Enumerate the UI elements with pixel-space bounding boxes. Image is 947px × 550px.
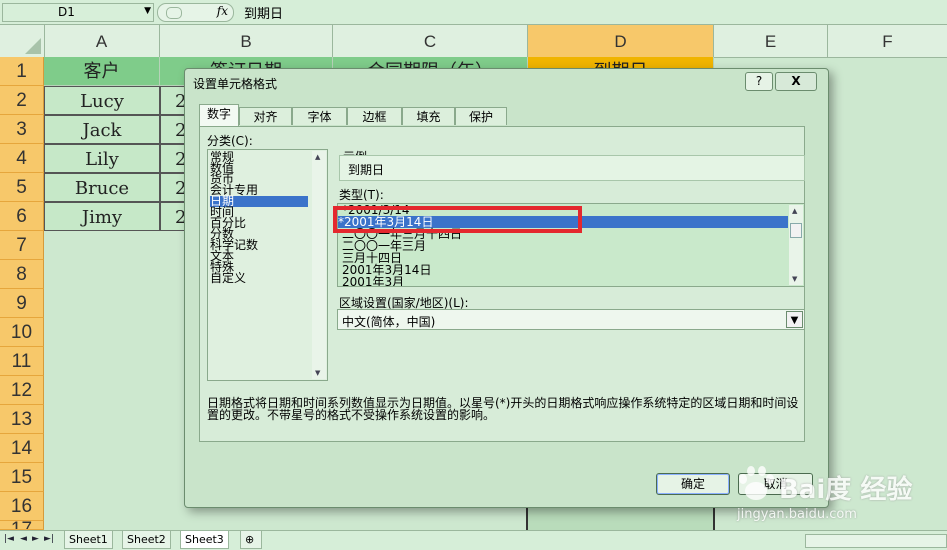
type-label: 类型(T): — [339, 188, 384, 202]
scroll-up-icon[interactable]: ▲ — [792, 207, 797, 215]
ok-button[interactable]: 确定 — [656, 473, 730, 495]
cell-reference: D1 — [58, 5, 75, 19]
type-item[interactable]: 2001年3月 — [342, 276, 404, 286]
row-header-8[interactable]: 8 — [0, 260, 44, 289]
select-all-button[interactable] — [0, 25, 45, 57]
row-header-2[interactable]: 2 — [0, 86, 44, 115]
column-header-c[interactable]: C — [333, 25, 528, 57]
row-header-10[interactable]: 10 — [0, 318, 44, 347]
column-header-b[interactable]: B — [160, 25, 333, 57]
locale-select[interactable]: 中文(简体，中国) ▼ — [337, 309, 805, 330]
column-header-e[interactable]: E — [714, 25, 828, 57]
watermark: Bai度 经验 jingyan.baidu.com — [735, 465, 940, 525]
row-header-13[interactable]: 13 — [0, 405, 44, 434]
tab-font[interactable]: 字体 — [292, 107, 347, 125]
next-sheet-icon[interactable]: ► — [32, 534, 39, 544]
sheet-tab-1[interactable]: Sheet1 — [64, 531, 113, 549]
expand-icon — [166, 7, 182, 19]
sample-box: 到期日 — [339, 155, 805, 181]
tab-border[interactable]: 边框 — [347, 107, 402, 125]
cell-a5[interactable]: Bruce — [44, 173, 160, 202]
row-header-4[interactable]: 4 — [0, 144, 44, 173]
tab-alignment[interactable]: 对齐 — [239, 107, 292, 125]
sheet-tab-bar: |◄ ◄ ► ►| Sheet1 Sheet2 Sheet3 ⊕ — [0, 530, 947, 550]
cell-a4[interactable]: Lily — [44, 144, 160, 173]
scroll-down-icon[interactable]: ▼ — [315, 369, 320, 377]
row-header-5[interactable]: 5 — [0, 173, 44, 202]
row-header-17[interactable]: 17 — [0, 521, 44, 530]
row-header-9[interactable]: 9 — [0, 289, 44, 318]
prev-sheet-icon[interactable]: ◄ — [20, 534, 27, 544]
help-button[interactable]: ? — [745, 72, 773, 91]
column-header-f[interactable]: F — [828, 25, 947, 57]
last-sheet-icon[interactable]: ►| — [44, 534, 54, 544]
dialog-title: 设置单元格格式 — [193, 77, 278, 91]
column-header-bar: A B C D E F — [0, 25, 947, 58]
cell-a6[interactable]: Jimy — [44, 202, 160, 231]
category-list[interactable]: 常规 数值 货币 会计专用 日期 时间 百分比 分数 科学记数 文本 特殊 自定… — [207, 149, 328, 381]
scroll-up-icon[interactable]: ▲ — [315, 153, 320, 161]
type-scrollbar[interactable]: ▲ ▼ — [789, 205, 803, 285]
sheet-tab-2[interactable]: Sheet2 — [122, 531, 171, 549]
category-label: 分类(C): — [207, 134, 253, 148]
row-header-1[interactable]: 1 — [0, 57, 44, 86]
tab-number[interactable]: 数字 — [199, 104, 239, 126]
close-button[interactable]: X — [775, 72, 817, 91]
row-header-7[interactable]: 7 — [0, 231, 44, 260]
column-header-a[interactable]: A — [44, 25, 160, 57]
column-header-d[interactable]: D — [528, 25, 714, 57]
format-description: 日期格式将日期和时间系列数值显示为日期值。以星号(*)开头的日期格式响应操作系统… — [207, 396, 799, 422]
cell-a3[interactable]: Jack — [44, 115, 160, 144]
row-header-6[interactable]: 6 — [0, 202, 44, 231]
row-header-16[interactable]: 16 — [0, 492, 44, 521]
sample-value: 到期日 — [348, 163, 385, 177]
locale-value: 中文(简体，中国) — [342, 315, 436, 329]
chevron-down-icon[interactable]: ▼ — [144, 6, 151, 16]
row-header-15[interactable]: 15 — [0, 463, 44, 492]
insert-function-button[interactable]: fx — [157, 3, 234, 22]
sheet-tab-3[interactable]: Sheet3 — [180, 531, 229, 549]
chevron-down-icon[interactable]: ▼ — [786, 311, 803, 328]
highlight-box — [333, 206, 582, 233]
new-sheet-icon[interactable]: ⊕ — [240, 531, 262, 549]
formula-input[interactable]: 到期日 — [244, 3, 283, 22]
scroll-thumb[interactable] — [790, 223, 802, 238]
scroll-down-icon[interactable]: ▼ — [792, 275, 797, 283]
cell-a2[interactable]: Lucy — [44, 86, 160, 115]
horizontal-scrollbar[interactable] — [805, 534, 947, 548]
cell-a1[interactable]: 客户 — [44, 57, 160, 86]
formula-bar: D1 ▼ fx 到期日 — [0, 0, 947, 25]
watermark-url: jingyan.baidu.com — [737, 507, 857, 522]
category-item[interactable]: 自定义 — [210, 272, 308, 284]
watermark-brand: Bai度 经验 — [779, 475, 913, 505]
row-header-12[interactable]: 12 — [0, 376, 44, 405]
paw-logo-icon — [739, 466, 774, 500]
tab-protection[interactable]: 保护 — [455, 107, 507, 125]
fx-icon: fx — [216, 4, 228, 18]
select-all-icon — [25, 38, 41, 54]
tab-fill[interactable]: 填充 — [402, 107, 455, 125]
row-header-3[interactable]: 3 — [0, 115, 44, 144]
category-scrollbar[interactable]: ▲ ▼ — [312, 151, 326, 379]
row-header-11[interactable]: 11 — [0, 347, 44, 376]
first-sheet-icon[interactable]: |◄ — [4, 534, 14, 544]
name-box[interactable]: D1 ▼ — [2, 3, 154, 22]
format-cells-dialog: 设置单元格格式 ? X 数字 对齐 字体 边框 填充 保护 分类(C): 常规 … — [184, 68, 829, 508]
row-header-14[interactable]: 14 — [0, 434, 44, 463]
